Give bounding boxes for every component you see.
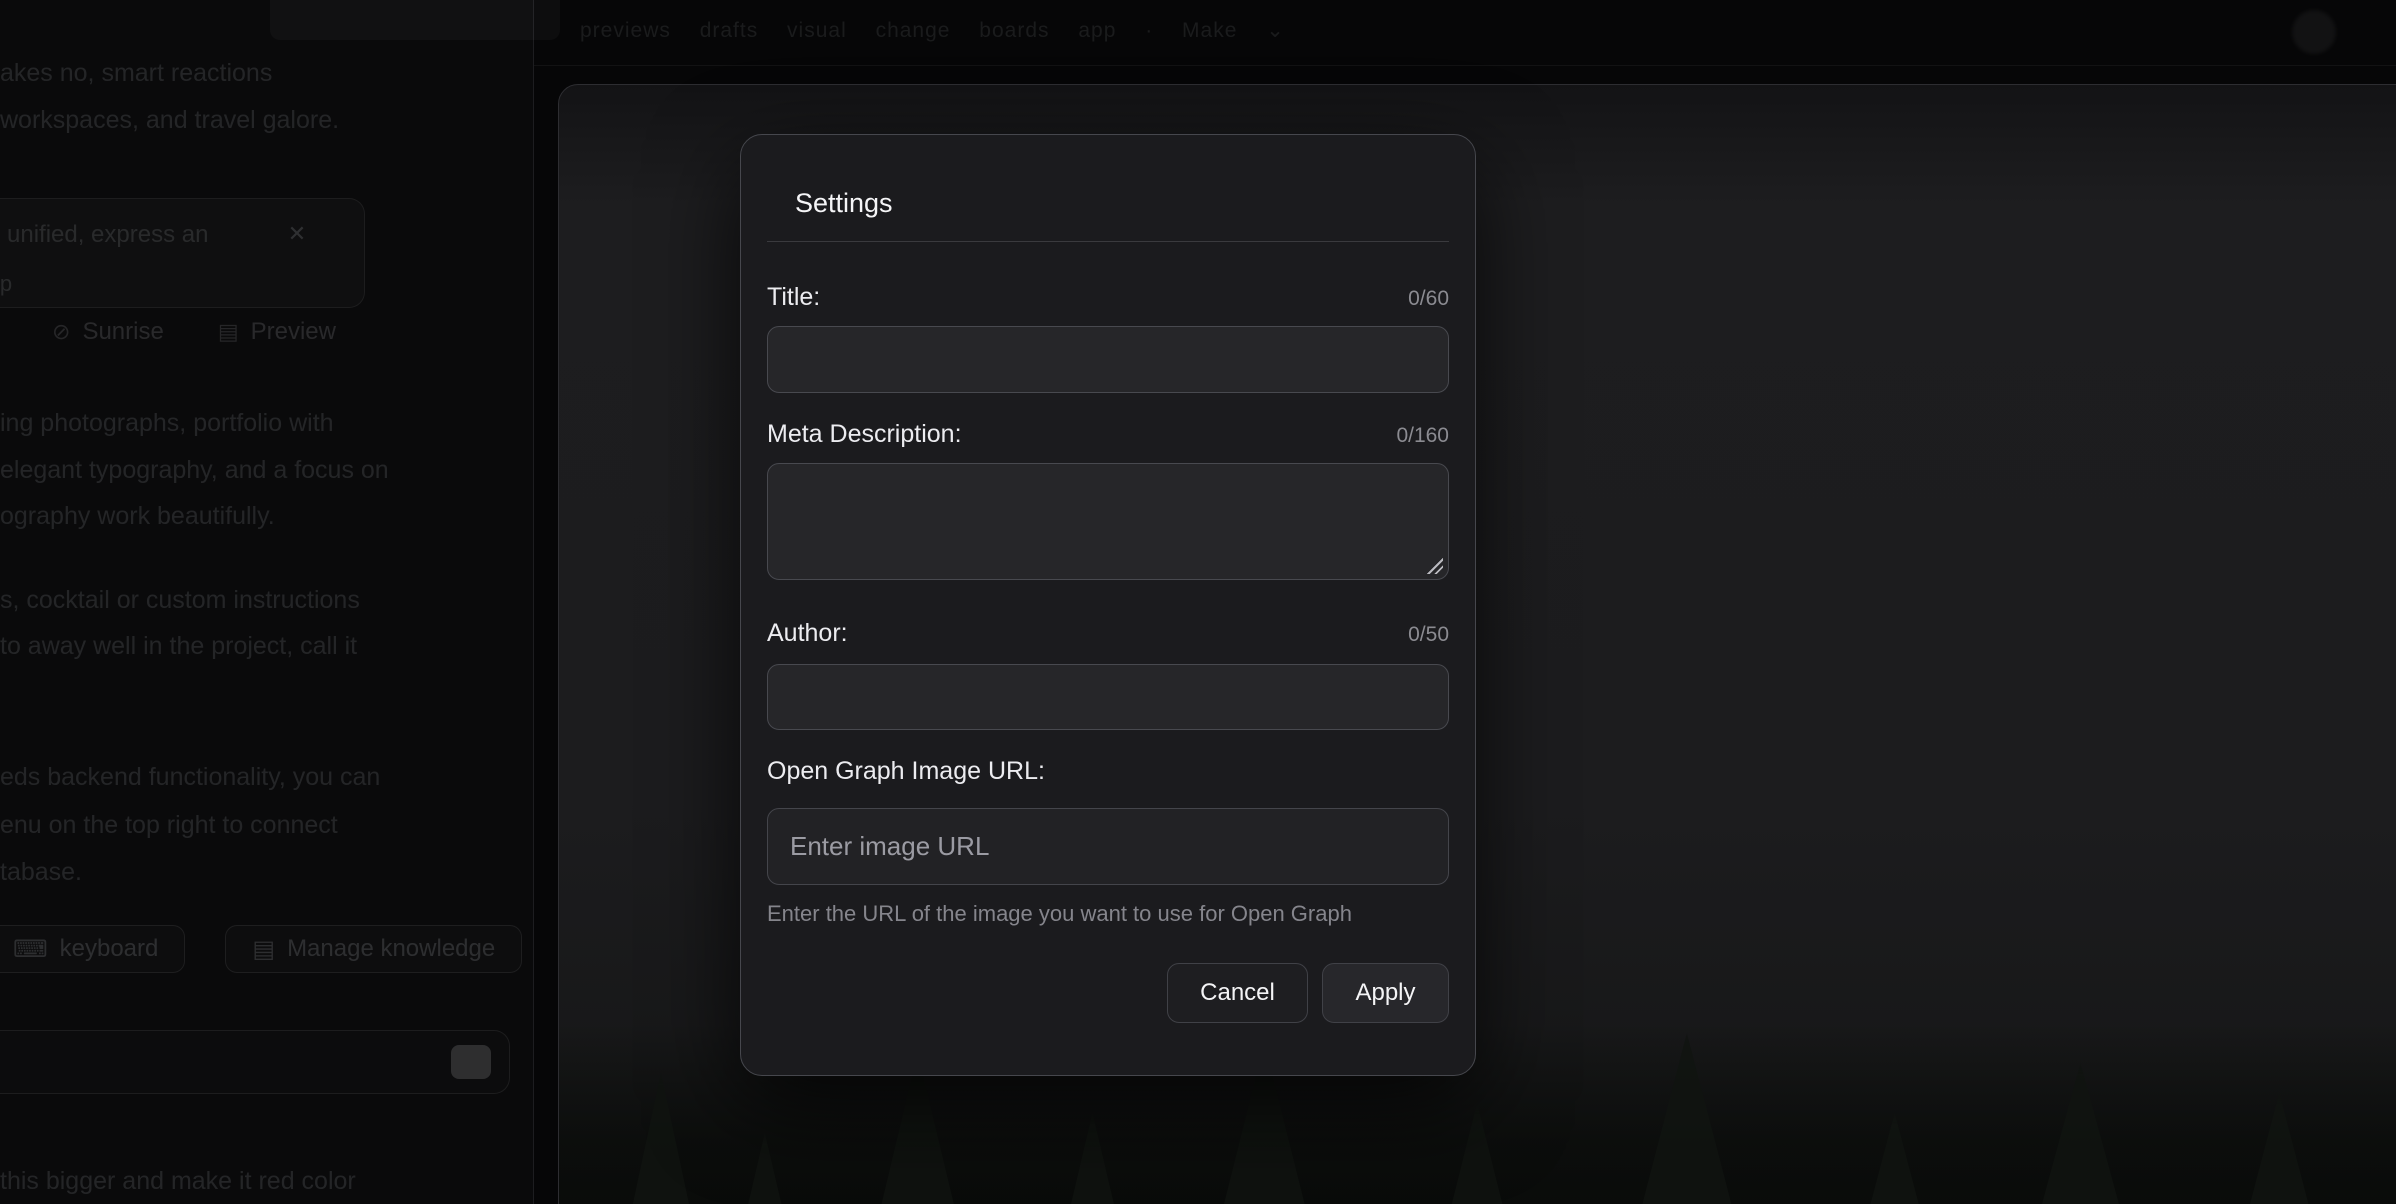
og-image-field-row: Open Graph Image URL: bbox=[767, 756, 1449, 786]
dialog-footer: Cancel Apply bbox=[767, 963, 1449, 1023]
meta-description-textarea[interactable] bbox=[768, 464, 1448, 579]
dialog-body: Title: 0/60 Meta Description: 0/160 Auth… bbox=[741, 242, 1475, 1075]
title-field-row: Title: 0/60 bbox=[767, 282, 1449, 312]
manage-knowledge-button[interactable]: ▤ Manage knowledge bbox=[225, 925, 522, 973]
sidebar-top-tab bbox=[270, 0, 560, 40]
meta-description-textarea-wrap bbox=[767, 463, 1449, 580]
og-image-helper-text: Enter the URL of the image you want to u… bbox=[767, 901, 1449, 927]
chat-message-line: to away well in the project, call it bbox=[0, 623, 509, 670]
avatar[interactable] bbox=[2292, 10, 2336, 54]
sidebar-action-row: ⌨ keyboard ▤ Manage knowledge bbox=[0, 925, 522, 973]
keyboard-icon: ⌨ bbox=[13, 935, 48, 964]
chat-message-line: s, cocktail or custom instructions bbox=[0, 577, 509, 624]
keyboard-button[interactable]: ⌨ keyboard bbox=[0, 925, 185, 973]
og-image-url-label: Open Graph Image URL: bbox=[767, 756, 1045, 786]
close-icon[interactable]: ✕ bbox=[282, 219, 312, 249]
meta-description-char-counter: 0/160 bbox=[1396, 424, 1449, 448]
chat-composer-input[interactable] bbox=[0, 1030, 510, 1094]
button-label: Manage knowledge bbox=[287, 935, 495, 963]
chat-message-line: elegant typography, and a focus on bbox=[0, 447, 509, 494]
grid-icon: ▤ bbox=[218, 319, 239, 345]
resize-handle-icon[interactable] bbox=[1427, 558, 1443, 574]
dialog-title: Settings bbox=[795, 187, 1449, 219]
attachment-card[interactable]: unified, express an ✕ +p bbox=[0, 198, 365, 308]
book-icon: ▤ bbox=[252, 935, 275, 964]
button-label: keyboard bbox=[60, 935, 159, 963]
og-image-url-input[interactable] bbox=[767, 808, 1449, 885]
chat-sidebar: akes no, smart reactions workspaces, and… bbox=[0, 0, 534, 1204]
attachment-card-text: unified, express an bbox=[7, 221, 208, 249]
tab-label: Preview bbox=[251, 318, 336, 346]
chat-message-line: ography work beautifully. bbox=[0, 493, 509, 540]
tab-preview[interactable]: ▤ Preview bbox=[218, 318, 336, 346]
meta-description-label: Meta Description: bbox=[767, 419, 962, 449]
cancel-button[interactable]: Cancel bbox=[1167, 963, 1308, 1023]
author-char-counter: 0/50 bbox=[1408, 623, 1449, 647]
meta-description-field-row: Meta Description: 0/160 bbox=[767, 419, 1449, 449]
chat-message-line: tabase. bbox=[0, 849, 509, 896]
author-input[interactable] bbox=[767, 664, 1449, 730]
tab-label: Sunrise bbox=[82, 318, 163, 346]
tab-sunrise[interactable]: ⊘ Sunrise bbox=[52, 318, 164, 346]
author-field-row: Author: 0/50 bbox=[767, 618, 1449, 648]
send-icon[interactable] bbox=[451, 1045, 491, 1079]
apply-button[interactable]: Apply bbox=[1322, 963, 1449, 1023]
author-label: Author: bbox=[767, 618, 848, 648]
title-char-counter: 0/60 bbox=[1408, 287, 1449, 311]
chat-message-line: workspaces, and travel galore. bbox=[0, 97, 509, 144]
top-bar: previews drafts visual change boards app… bbox=[534, 0, 2396, 66]
sunrise-icon: ⊘ bbox=[52, 319, 70, 345]
title-label: Title: bbox=[767, 282, 820, 312]
title-input[interactable] bbox=[767, 326, 1449, 393]
topbar-breadcrumb: previews drafts visual change boards app… bbox=[580, 18, 1285, 43]
chat-message-line: eds backend functionality, you can bbox=[0, 754, 509, 801]
sidebar-view-tabs: ⊘ Sunrise ▤ Preview bbox=[52, 318, 336, 346]
settings-dialog: Settings Title: 0/60 Meta Description: 0… bbox=[740, 134, 1476, 1076]
chat-message-line: this bigger and make it red color bbox=[0, 1158, 509, 1204]
chat-message-line: enu on the top right to connect bbox=[0, 802, 509, 849]
chat-message-line: akes no, smart reactions bbox=[0, 50, 509, 97]
attachment-card-subtext: +p bbox=[0, 271, 12, 297]
chat-message-line: ing photographs, portfolio with bbox=[0, 400, 509, 447]
